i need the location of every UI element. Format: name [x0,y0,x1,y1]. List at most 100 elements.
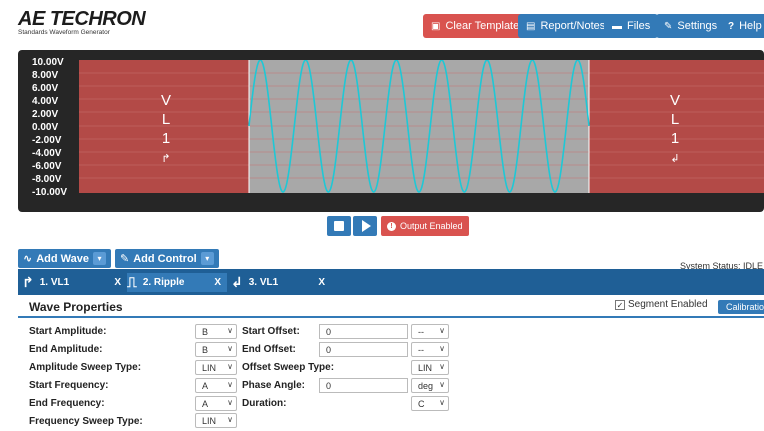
segment-3-arrow-icon: ↲ [670,153,679,165]
step-arrow-icon: ↱ [22,274,34,290]
output-enabled-label: Output Enabled [400,221,463,231]
waveform-display: 10.00V 8.00V 6.00V 4.00V 2.00V 0.00V -2.… [18,50,764,212]
y-tick-label: -8.00V [32,174,62,185]
chevron-down-icon: ∨ [439,344,445,353]
end-frequency-label: End Frequency: [29,398,105,409]
select-value: -- [418,326,424,337]
frequency-sweep-type-select[interactable]: LIN ∨ [195,413,237,428]
chevron-down-icon: ∨ [439,362,445,371]
y-tick-label: -4.00V [32,148,62,159]
report-notes-label: Report/Notes [540,20,606,32]
segment-1-label-1: 1 [162,130,170,147]
waveform-plot[interactable]: V L 1 ↱ V L 1 ↲ [79,60,764,193]
output-enabled-button[interactable]: ! Output Enabled [381,216,469,236]
start-offset-input[interactable]: 0 [319,324,408,339]
segment-3-label-v: V [670,92,680,109]
duration-select[interactable]: C ∨ [411,396,449,411]
segment-tab-label: 3. VL1 [248,277,279,288]
amplitude-sweep-type-select[interactable]: LIN ∨ [195,360,237,375]
select-value: -- [418,344,424,355]
chevron-down-icon: ∨ [227,415,233,424]
segment-tab-3[interactable]: ↲ 3. VL1 X [231,273,331,292]
segment-tab-2[interactable]: ⎍ 2. Ripple X [127,273,227,292]
end-offset-unit-select[interactable]: -- ∨ [411,342,449,357]
select-value: C [418,398,425,409]
clear-template-button[interactable]: ▣ Clear Template [423,14,528,38]
offset-sweep-type-select[interactable]: LIN ∨ [411,360,449,375]
ripple-icon: ⎍ [127,274,137,290]
help-button[interactable]: ? Help [720,14,764,38]
wave-properties-header: Wave Properties ✓ Segment Enabled Calibr… [18,296,764,318]
stop-button[interactable] [327,216,351,236]
play-button[interactable] [353,216,377,236]
select-value: A [202,380,209,391]
return-arrow-icon: ↲ [231,274,243,290]
close-icon[interactable]: X [114,277,121,288]
settings-label: Settings [677,20,718,32]
chevron-down-icon: ∨ [439,380,445,389]
phase-angle-unit-select[interactable]: deg ∨ [411,378,449,393]
start-frequency-select[interactable]: A ∨ [195,378,237,393]
clear-icon: ▣ [431,20,441,32]
y-tick-label: -10.00V [32,187,68,198]
y-tick-label: 6.00V [32,83,59,94]
start-offset-unit-select[interactable]: -- ∨ [411,324,449,339]
chevron-down-icon: ∨ [227,344,233,353]
start-amplitude-label: Start Amplitude: [29,326,107,337]
chevron-down-icon: ∨ [227,380,233,389]
alert-icon: ! [387,221,396,231]
wave-properties-title: Wave Properties [29,300,123,314]
segment-tab-label: 1. VL1 [39,277,70,288]
folder-icon: ▬ [612,20,622,32]
report-notes-button[interactable]: ▤ Report/Notes [518,14,614,38]
calibration-button[interactable]: Calibration [718,300,764,314]
document-icon: ▤ [526,20,536,32]
end-offset-input[interactable]: 0 [319,342,408,357]
add-toolbar: ∿ Add Wave ▾ ✎ Add Control ▾ [18,249,219,268]
end-frequency-select[interactable]: A ∨ [195,396,237,411]
y-tick-label: 4.00V [32,96,59,107]
files-label: Files [627,20,651,32]
segment-tab-bar: ↱ 1. VL1 X ⎍ 2. Ripple X ↲ 3. VL1 X [18,269,764,295]
segment-enabled-label: Segment Enabled [628,299,708,310]
y-tick-label: -6.00V [32,161,62,172]
check-icon: ✓ [615,299,625,310]
close-icon[interactable]: X [214,277,221,288]
select-value: B [202,344,209,355]
select-value: deg [418,380,434,391]
start-amplitude-select[interactable]: B ∨ [195,324,237,339]
logo: AE TECHRON Standards Waveform Generator [18,9,146,36]
select-value: LIN [418,362,433,373]
segment-tab-1[interactable]: ↱ 1. VL1 X [22,273,127,292]
chevron-down-icon: ▾ [200,252,214,265]
chevron-down-icon: ∨ [227,362,233,371]
add-control-label: Add Control [133,252,197,265]
end-amplitude-label: End Amplitude: [29,344,103,355]
segment-enabled-checkbox[interactable]: ✓ Segment Enabled [615,299,708,310]
transport-controls: ! Output Enabled [327,216,469,236]
y-tick-label: -2.00V [32,135,62,146]
chevron-down-icon: ∨ [227,398,233,407]
settings-button[interactable]: ✎ Settings [656,14,726,38]
y-tick-label: 2.00V [32,109,59,120]
add-wave-label: Add Wave [36,252,89,265]
segment-3-label-1: 1 [671,130,679,147]
wrench-icon: ✎ [664,20,673,32]
frequency-sweep-type-label: Frequency Sweep Type: [29,416,143,427]
add-wave-button[interactable]: ∿ Add Wave ▾ [18,249,111,268]
chevron-down-icon: ▾ [92,252,106,265]
y-tick-label: 10.00V [32,57,64,68]
phase-angle-input[interactable]: 0 [319,378,408,393]
select-value: B [202,326,209,337]
close-icon[interactable]: X [318,277,325,288]
segment-1-label-v: V [161,92,171,109]
wrench-icon: ✎ [119,253,130,265]
chevron-down-icon: ∨ [439,326,445,335]
y-tick-label: 0.00V [32,122,59,133]
help-icon: ? [728,20,735,32]
select-value: LIN [202,415,217,426]
end-amplitude-select[interactable]: B ∨ [195,342,237,357]
start-frequency-label: Start Frequency: [29,380,109,391]
files-button[interactable]: ▬ Files [604,14,659,38]
add-control-button[interactable]: ✎ Add Control ▾ [114,249,219,268]
